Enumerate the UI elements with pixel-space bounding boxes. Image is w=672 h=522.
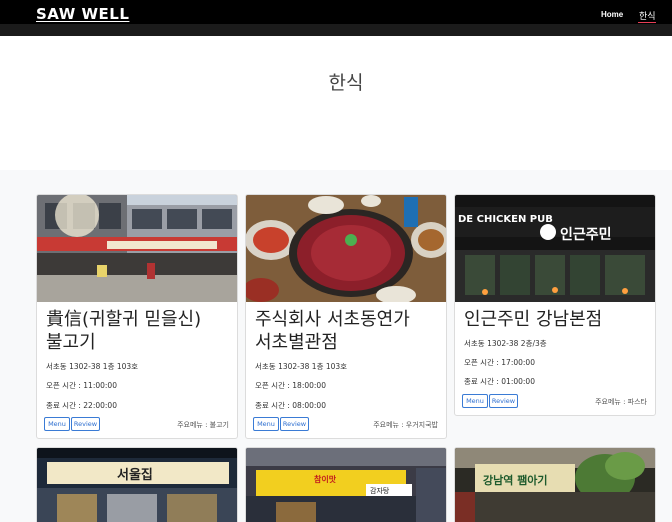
restaurant-photo[interactable]: 서울집: [37, 448, 238, 522]
restaurant-card: 貴信(귀할귀 믿을신) 불고기 서초동 1302-38 1층 103호 오픈 시…: [36, 194, 238, 439]
close-time: 종료 시간 : 22:00:00: [46, 401, 117, 410]
menu-button[interactable]: Menu: [44, 417, 70, 431]
restaurant-name: 貴信(귀할귀 믿을신): [46, 309, 202, 330]
restaurant-photo[interactable]: 참이맛 감자탕: [246, 448, 447, 522]
bulgogi-dish-photo: [246, 195, 446, 302]
close-time: 종료 시간 : 08:00:00: [255, 401, 326, 410]
restaurant-photo[interactable]: DE CHICKEN PUB 인근주민: [455, 195, 655, 302]
nav-home-link[interactable]: Home: [601, 10, 623, 19]
main-menu-label: 주요메뉴 : 파스타: [595, 398, 647, 406]
photo-sign-subtext: 감자탕: [370, 486, 390, 495]
page-title: 한식: [328, 72, 364, 94]
photo-sign-text: 참이맛: [314, 474, 337, 484]
navbar-strip: [0, 24, 672, 36]
restaurant-name-line2: 불고기: [46, 332, 96, 353]
menu-button[interactable]: Menu: [253, 417, 279, 431]
hero-section: 한식: [0, 36, 672, 170]
open-time: 오픈 시간 : 18:00:00: [255, 381, 326, 390]
close-time: 종료 시간 : 01:00:00: [464, 377, 535, 386]
review-button[interactable]: Review: [280, 417, 309, 431]
restaurant-address: 서초동 1302-38 2층/3층: [464, 339, 547, 348]
photo-sign-text: 강남역 팸아기: [483, 473, 548, 487]
nav-korean-food-link[interactable]: 한식: [639, 9, 656, 22]
restaurant-card: 강남역 팸아기: [454, 447, 656, 522]
restaurant-card: 참이맛 감자탕: [245, 447, 447, 522]
street-building-photo: [37, 195, 237, 302]
restaurant-card: 주식회사 서초동연가 서초별관점 서초동 1302-38 1층 103호 오픈 …: [245, 194, 447, 439]
restaurant-photo[interactable]: [246, 195, 446, 302]
restaurant-address: 서초동 1302-38 1층 103호: [46, 362, 139, 371]
review-button[interactable]: Review: [71, 417, 100, 431]
restaurant-photo[interactable]: 강남역 팸아기: [455, 448, 656, 522]
photo-sign-text: DE CHICKEN PUB: [458, 214, 553, 225]
open-time: 오픈 시간 : 11:00:00: [46, 381, 117, 390]
main-menu-label: 주요메뉴 : 우거지국밥: [373, 421, 438, 429]
review-button[interactable]: Review: [489, 394, 518, 408]
chicken-pub-photo: DE CHICKEN PUB 인근주민: [455, 195, 655, 302]
restaurant-card: DE CHICKEN PUB 인근주민 인근주민 강남본점 서초동 1302-3…: [454, 194, 656, 416]
restaurant-photo[interactable]: [37, 195, 237, 302]
restaurant-name-line2: 서초별관점: [255, 332, 338, 353]
menu-button[interactable]: Menu: [462, 394, 488, 408]
restaurant-name: 주식회사 서초동연가: [255, 309, 410, 330]
main-menu-label: 주요메뉴 : 불고기: [177, 421, 229, 429]
restaurant-address: 서초동 1302-38 1층 103호: [255, 362, 348, 371]
photo-sign-korean: 인근주민: [560, 226, 612, 243]
photo-sign-text: 서울집: [117, 467, 153, 483]
restaurant-card: 서울집: [36, 447, 238, 522]
open-time: 오픈 시간 : 17:00:00: [464, 358, 535, 367]
navbar: SAW WELL Home 한식: [0, 0, 672, 36]
restaurant-name: 인근주민 강남본점: [464, 309, 603, 330]
nav-active-indicator: [638, 22, 656, 23]
brand-logo[interactable]: SAW WELL: [36, 5, 129, 23]
